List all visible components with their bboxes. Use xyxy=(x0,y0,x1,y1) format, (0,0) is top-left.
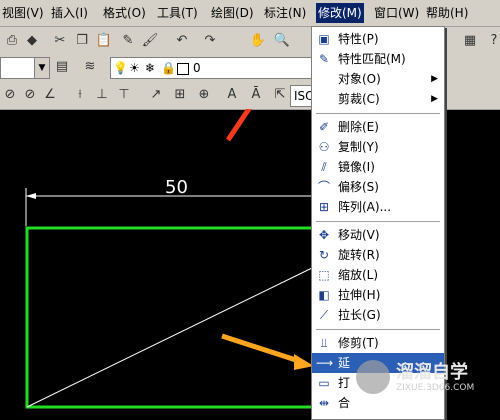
break-icon: ▭ xyxy=(318,376,330,390)
watermark-logo-icon xyxy=(356,360,390,394)
plot-icon[interactable]: ⎙ xyxy=(2,31,22,51)
diameter-dim-icon[interactable]: ⊘ xyxy=(20,85,40,105)
menu-item-lengthen[interactable]: ⟋ 拉长(G) xyxy=(312,305,444,325)
brush-icon[interactable]: 🖌 xyxy=(140,31,160,51)
lightbulb-icon: 💡 xyxy=(113,61,128,75)
dimension-text: 50 xyxy=(165,177,188,198)
copy-clip-icon[interactable]: ❐ xyxy=(72,31,92,51)
dim-text-edit-icon[interactable]: Ā xyxy=(246,85,266,105)
copy-icon: ⚇ xyxy=(318,140,330,154)
match-icon[interactable]: ✎ xyxy=(118,31,138,51)
match-properties-icon: ✎ xyxy=(318,52,330,66)
menu-modify[interactable]: 修改(M) xyxy=(316,3,364,23)
angular-dim-icon[interactable]: ∠ xyxy=(40,85,60,105)
menu-item-match-properties[interactable]: ✎ 特性匹配(M) xyxy=(312,49,444,69)
menu-item-object[interactable]: 对象(O) ▶ xyxy=(312,69,444,89)
extend-icon: ⟶ xyxy=(316,356,334,370)
trim-icon: ⫫ xyxy=(320,336,328,350)
tolerance-icon[interactable]: ⊞ xyxy=(170,85,190,105)
publish-icon[interactable]: ◆ xyxy=(22,31,42,51)
layer-combo[interactable]: 💡 ☀ ❄ 🔒 0 xyxy=(110,57,312,79)
layer-previous-icon[interactable]: ≋ xyxy=(80,57,100,77)
menu-item-clip[interactable]: 剪裁(C) ▶ xyxy=(312,89,444,109)
menu-separator xyxy=(316,113,440,114)
cut-icon[interactable]: ✂ xyxy=(50,31,70,51)
layer-color-swatch xyxy=(177,63,189,75)
menu-item-stretch[interactable]: ◧ 拉伸(H) xyxy=(312,285,444,305)
selected-rectangle[interactable] xyxy=(25,226,319,409)
menu-draw[interactable]: 绘图(D) xyxy=(209,3,256,23)
menu-format[interactable]: 格式(O) xyxy=(101,3,148,23)
menu-window[interactable]: 窗口(W) xyxy=(372,3,421,23)
pan-icon[interactable]: ✋ xyxy=(248,31,268,51)
erase-icon: ✐ xyxy=(318,120,330,134)
dimension-arrow-left xyxy=(26,193,36,199)
submenu-arrow-icon: ▶ xyxy=(431,94,438,104)
menu-separator xyxy=(316,329,440,330)
watermark-url: ZIXUE.3D66.COM xyxy=(396,383,475,393)
layer-name: 0 xyxy=(193,61,201,75)
quick-dim-icon[interactable]: ⟊ xyxy=(70,85,90,105)
menu-insert[interactable]: 插入(I) xyxy=(49,3,90,23)
baseline-dim-icon[interactable]: ⊥ xyxy=(92,85,112,105)
menu-item-mirror[interactable]: ⫽ 镜像(I) xyxy=(312,157,444,177)
layer-freeze-icon: ❄ xyxy=(145,61,156,75)
watermark-title: 溜溜自学 xyxy=(396,362,468,383)
rotate-icon: ↻ xyxy=(318,248,330,262)
menu-separator xyxy=(316,221,440,222)
layer-manager-icon[interactable]: ▤ xyxy=(52,57,72,77)
annotation-arrow-orange xyxy=(221,333,314,370)
properties-icon: ▣ xyxy=(318,32,330,46)
menubar: 视图(V) 插入(I) 格式(O) 工具(T) 绘图(D) 标注(N) 修改(M… xyxy=(0,0,500,27)
lengthen-icon: ⟋ xyxy=(319,308,329,322)
undo-icon[interactable]: ↶ xyxy=(172,31,192,51)
workspace-combo[interactable]: ▼ xyxy=(0,57,50,79)
leader-icon[interactable]: ↗ xyxy=(146,85,166,105)
menu-item-copy[interactable]: ⚇ 复制(Y) xyxy=(312,137,444,157)
diagonal-line[interactable] xyxy=(26,267,313,408)
paste-icon[interactable]: 📋 xyxy=(94,31,114,51)
offset-icon: ⌒ xyxy=(317,180,330,194)
menu-dimension[interactable]: 标注(N) xyxy=(262,3,308,23)
submenu-arrow-icon: ▶ xyxy=(431,74,438,84)
menu-item-scale[interactable]: ⬚ 缩放(L) xyxy=(312,265,444,285)
join-icon: ⇹ xyxy=(318,396,330,410)
menu-tools[interactable]: 工具(T) xyxy=(155,3,200,23)
dim-edit-icon[interactable]: A xyxy=(222,85,242,105)
center-mark-icon[interactable]: ⊕ xyxy=(194,85,214,105)
help-icon[interactable]: ? xyxy=(484,31,500,51)
menu-item-move[interactable]: ✥ 移动(V) xyxy=(312,225,444,245)
stretch-icon: ◧ xyxy=(318,288,330,302)
redo-icon[interactable]: ↷ xyxy=(200,31,220,51)
zoom-realtime-icon[interactable]: 🔍 xyxy=(272,31,292,51)
array-icon: ⊞ xyxy=(318,200,330,214)
calculator-icon[interactable]: ▦ xyxy=(460,31,480,51)
menu-item-offset[interactable]: ⌒ 偏移(S) xyxy=(312,177,444,197)
menu-item-erase[interactable]: ✐ 删除(E) xyxy=(312,117,444,137)
continue-dim-icon[interactable]: ⊤ xyxy=(114,85,134,105)
annotation-arrow-red xyxy=(225,109,252,142)
menu-item-rotate[interactable]: ↻ 旋转(R) xyxy=(312,245,444,265)
sun-icon: ☀ xyxy=(129,61,140,75)
dim-update-icon[interactable]: ⇱ xyxy=(270,85,290,105)
menu-view[interactable]: 视图(V) xyxy=(0,3,46,23)
watermark: 溜溜自学 ZIXUE.3D66.COM xyxy=(356,356,496,400)
mirror-icon: ⫽ xyxy=(321,160,327,174)
scale-icon: ⬚ xyxy=(318,268,330,282)
move-icon: ✥ xyxy=(318,228,330,242)
menu-item-properties[interactable]: ▣ 特性(P) xyxy=(312,29,444,49)
menu-help[interactable]: 帮助(H) xyxy=(424,3,470,23)
lock-icon: 🔒 xyxy=(161,61,176,75)
radius-dim-icon[interactable]: ⊘ xyxy=(0,85,20,105)
menu-item-trim[interactable]: ⫫ 修剪(T) xyxy=(312,333,444,353)
chevron-down-icon[interactable]: ▼ xyxy=(34,58,49,78)
menu-item-array[interactable]: ⊞ 阵列(A)... xyxy=(312,197,444,217)
